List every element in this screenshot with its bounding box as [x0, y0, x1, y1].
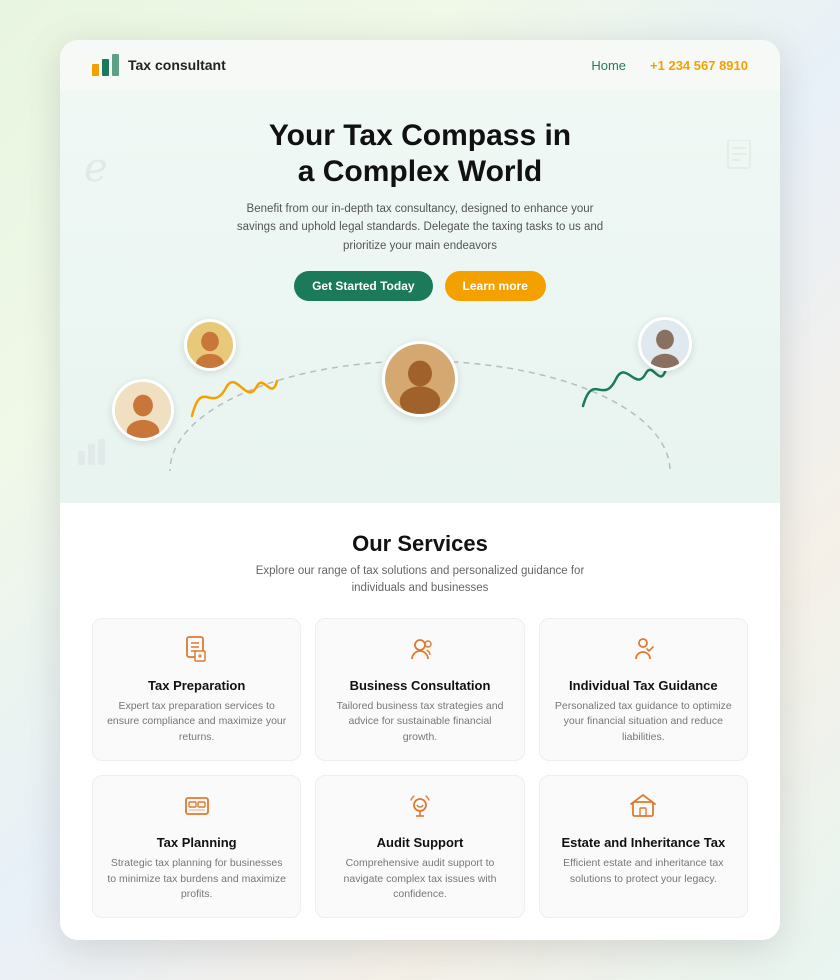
- service-name-0: Tax Preparation: [107, 678, 286, 693]
- service-card-estate-tax: Estate and Inheritance Tax Efficient est…: [539, 775, 748, 918]
- tax-preparation-icon: [107, 635, 286, 670]
- page-wrapper: Tax consultant Home +1 234 567 8910 ℯ: [60, 40, 780, 940]
- service-name-1: Business Consultation: [330, 678, 509, 693]
- get-started-button[interactable]: Get Started Today: [294, 271, 432, 301]
- audit-support-icon: [330, 792, 509, 827]
- avatar-top-left: [184, 319, 236, 371]
- logo-icon: [92, 54, 120, 76]
- service-desc-2: Personalized tax guidance to optimize yo…: [554, 699, 733, 746]
- service-desc-1: Tailored business tax strategies and adv…: [330, 699, 509, 746]
- avatar-center-left: [112, 379, 174, 441]
- hero-buttons: Get Started Today Learn more: [92, 271, 748, 301]
- service-card-individual-tax: Individual Tax Guidance Personalized tax…: [539, 618, 748, 761]
- service-name-5: Estate and Inheritance Tax: [554, 835, 733, 850]
- services-subtitle: Explore our range of tax solutions and p…: [250, 563, 590, 598]
- service-name-3: Tax Planning: [107, 835, 286, 850]
- service-desc-0: Expert tax preparation services to ensur…: [107, 699, 286, 746]
- nav-right: Home +1 234 567 8910: [591, 58, 748, 73]
- service-desc-3: Strategic tax planning for businesses to…: [107, 856, 286, 903]
- hero-text: Your Tax Compass in a Complex World Bene…: [92, 118, 748, 301]
- services-section: Our Services Explore our range of tax so…: [60, 503, 780, 940]
- nav-home-link[interactable]: Home: [591, 58, 626, 73]
- avatar-center-main: [382, 341, 458, 417]
- services-grid: Tax Preparation Expert tax preparation s…: [92, 618, 748, 919]
- service-card-tax-preparation: Tax Preparation Expert tax preparation s…: [92, 618, 301, 761]
- logo-area: Tax consultant: [92, 54, 226, 76]
- service-card-audit-support: Audit Support Comprehensive audit suppor…: [315, 775, 524, 918]
- services-title: Our Services: [92, 531, 748, 557]
- business-consultation-icon: [330, 635, 509, 670]
- tax-planning-icon: [107, 792, 286, 827]
- service-card-tax-planning: Tax Planning Strategic tax planning for …: [92, 775, 301, 918]
- nav-phone: +1 234 567 8910: [650, 58, 748, 73]
- logo-text: Tax consultant: [128, 57, 226, 73]
- hero-title: Your Tax Compass in a Complex World: [92, 118, 748, 190]
- service-name-2: Individual Tax Guidance: [554, 678, 733, 693]
- service-name-4: Audit Support: [330, 835, 509, 850]
- hero-section: ℯ Your Tax Compass in a Complex World Be…: [60, 90, 780, 503]
- service-desc-5: Efficient estate and inheritance tax sol…: [554, 856, 733, 888]
- service-desc-4: Comprehensive audit support to navigate …: [330, 856, 509, 903]
- hero-subtitle: Benefit from our in-depth tax consultanc…: [230, 200, 610, 255]
- navbar: Tax consultant Home +1 234 567 8910: [60, 40, 780, 90]
- hero-visuals: [92, 311, 748, 471]
- service-card-business-consultation: Business Consultation Tailored business …: [315, 618, 524, 761]
- estate-tax-icon: [554, 792, 733, 827]
- squiggle-left: [182, 366, 282, 426]
- individual-tax-icon: [554, 635, 733, 670]
- avatar-top-right: [638, 317, 692, 371]
- learn-more-button[interactable]: Learn more: [445, 271, 546, 301]
